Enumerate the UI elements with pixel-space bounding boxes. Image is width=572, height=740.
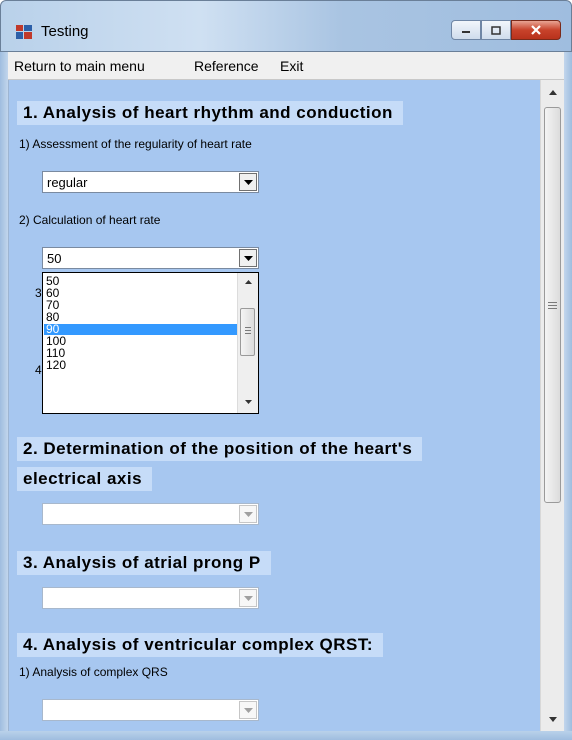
chevron-up-icon — [244, 280, 252, 284]
list-item-selected[interactable]: 90 — [44, 323, 239, 335]
testing-window: Testing Return to main menu Reference Ex… — [0, 0, 572, 740]
list-item[interactable]: 50 — [44, 275, 239, 287]
window-title: Testing — [41, 23, 89, 40]
menu-reference[interactable]: Reference — [194, 58, 259, 74]
maximize-icon — [491, 25, 501, 35]
dropdown-scrollbar[interactable] — [237, 273, 258, 413]
window-frame-left — [0, 52, 8, 740]
grip-line — [548, 305, 557, 306]
chevron-down-icon — [243, 595, 253, 601]
q1-label: 1) Assessment of the regularity of heart… — [19, 137, 252, 151]
list-item[interactable]: 120 — [44, 359, 239, 371]
caption-buttons — [451, 20, 561, 42]
atrial-prong-select[interactable] — [42, 587, 259, 609]
grip-line — [245, 330, 251, 331]
dropdown-button[interactable] — [239, 249, 257, 267]
chevron-down-icon — [243, 707, 253, 713]
chevron-down-icon — [243, 255, 253, 261]
rhythm-regularity-select[interactable]: regular — [42, 171, 259, 193]
section2-heading: 2. Determination of the position of the … — [17, 437, 423, 461]
heart-rate-select[interactable]: 50 — [42, 247, 259, 269]
menu-exit[interactable]: Exit — [280, 58, 303, 74]
grip-line — [245, 333, 251, 334]
chevron-down-icon — [244, 400, 252, 404]
list-item[interactable]: 70 — [44, 299, 239, 311]
chevron-up-icon — [549, 89, 557, 95]
q2-label: 2) Calculation of heart rate — [19, 213, 161, 227]
grip-line — [245, 327, 251, 328]
rhythm-regularity-value: regular — [47, 175, 88, 190]
chevron-down-icon — [549, 716, 557, 722]
qrs-label: 1) Analysis of complex QRS — [19, 665, 168, 679]
main-scroll-thumb[interactable] — [544, 107, 561, 503]
window-frame-right — [564, 52, 572, 740]
menu-return-main[interactable]: Return to main menu — [14, 58, 145, 74]
minimize-button[interactable] — [451, 20, 481, 40]
title-bar[interactable]: Testing — [0, 0, 572, 52]
section1-heading: 1. Analysis of heart rhythm and conducti… — [17, 101, 403, 125]
chevron-down-icon — [243, 179, 253, 185]
test-form: 1. Analysis of heart rhythm and conducti… — [8, 80, 540, 731]
menu-bar: Return to main menu Reference Exit — [8, 52, 564, 80]
scroll-down-arrow[interactable] — [238, 395, 258, 409]
list-item[interactable]: 60 — [44, 287, 239, 299]
dropdown-button[interactable] — [239, 589, 257, 607]
chevron-down-icon — [243, 511, 253, 517]
dropdown-button[interactable] — [239, 173, 257, 191]
grip-line — [548, 302, 557, 303]
scroll-up-arrow[interactable] — [238, 275, 258, 289]
main-scrollbar[interactable] — [540, 80, 564, 731]
qrs-complex-select[interactable] — [42, 699, 259, 721]
heart-rate-dropdown-list[interactable]: 50 60 70 80 90 100 110 120 — [42, 272, 259, 414]
list-item[interactable]: 80 — [44, 311, 239, 323]
dropdown-button[interactable] — [239, 701, 257, 719]
close-button[interactable] — [511, 20, 561, 40]
dropdown-scroll-thumb[interactable] — [240, 308, 255, 356]
dropdown-button[interactable] — [239, 505, 257, 523]
scroll-up-button[interactable] — [541, 82, 565, 102]
list-item[interactable]: 110 — [44, 347, 239, 359]
scroll-down-button[interactable] — [541, 709, 565, 729]
q3-label-fragment: 3 — [35, 286, 42, 300]
section3-heading: 3. Analysis of atrial prong P — [17, 551, 271, 575]
section4-heading: 4. Analysis of ventricular complex QRST: — [17, 633, 384, 657]
grip-line — [548, 308, 557, 309]
maximize-button[interactable] — [481, 20, 511, 40]
q4-label-fragment: 4 — [35, 363, 42, 377]
window-frame-bottom — [0, 731, 572, 740]
heart-rate-value: 50 — [47, 251, 62, 266]
list-item[interactable]: 100 — [44, 335, 239, 347]
minimize-icon — [462, 31, 470, 33]
close-icon — [531, 25, 541, 35]
electrical-axis-select[interactable] — [42, 503, 259, 525]
section2-heading-line2: electrical axis — [17, 467, 153, 491]
app-icon — [16, 25, 32, 39]
